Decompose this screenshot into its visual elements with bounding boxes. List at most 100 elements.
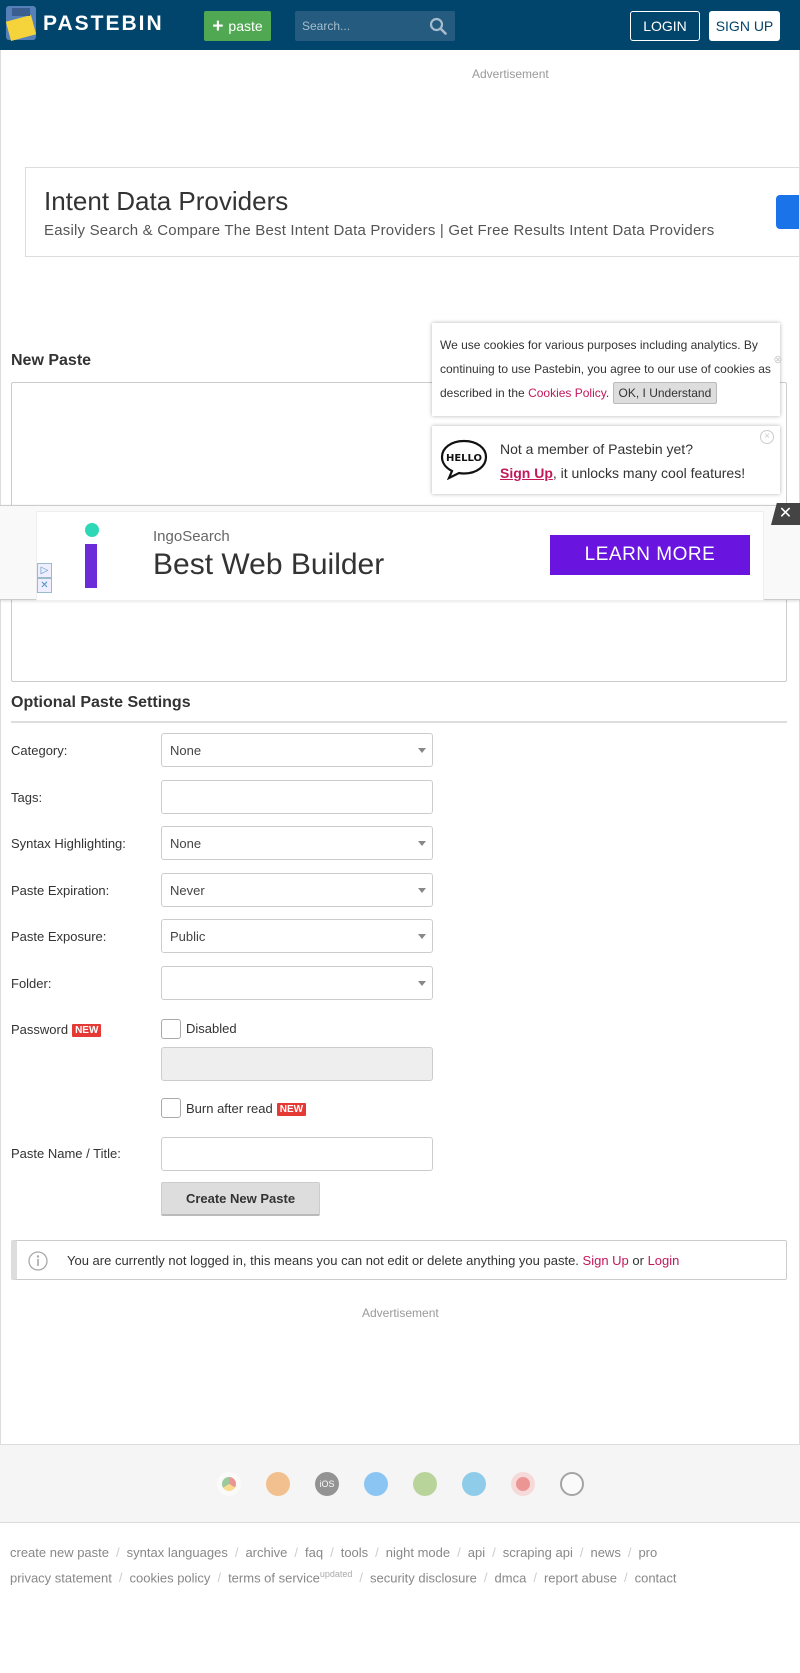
logo-text[interactable]: PASTEBIN — [43, 12, 164, 36]
footer-separator: / — [116, 1545, 120, 1560]
footer-separator: / — [330, 1545, 334, 1560]
footer-separator: / — [623, 1570, 628, 1586]
ad-banner-cta-button[interactable] — [776, 195, 799, 229]
footer-link-security-disclosure[interactable]: security disclosure — [370, 1570, 477, 1585]
sticky-ad-close-button[interactable]: ✕ — [771, 503, 800, 525]
signup-promo-link[interactable]: Sign Up — [500, 465, 553, 481]
divider — [11, 721, 787, 723]
footer-link-privacy-statement[interactable]: privacy statement — [10, 1570, 112, 1585]
footer-link-terms-of-service[interactable]: terms of service — [228, 1570, 320, 1585]
cookies-policy-link[interactable]: Cookies Policy — [528, 386, 606, 400]
android-icon[interactable] — [413, 1472, 437, 1496]
footer-link-syntax-languages[interactable]: syntax languages — [127, 1545, 228, 1560]
footer-link-faq[interactable]: faq — [305, 1545, 323, 1560]
ad-banner[interactable]: Intent Data Providers Easily Search & Co… — [25, 167, 800, 257]
new-badge: NEW — [276, 1103, 307, 1116]
info-icon — [28, 1251, 48, 1271]
footer-link-contact[interactable]: contact — [635, 1570, 677, 1585]
signup-button[interactable]: SIGN UP — [709, 11, 780, 41]
sticky-ad-sponsor: IngoSearch — [153, 528, 230, 545]
pastebin-logo-icon[interactable] — [4, 4, 38, 42]
footer-link-archive[interactable]: archive — [245, 1545, 287, 1560]
new-badge: NEW — [72, 1024, 102, 1037]
notice-signup-link[interactable]: Sign Up — [583, 1253, 629, 1268]
notice-login-link[interactable]: Login — [648, 1253, 680, 1268]
footer-link-news[interactable]: news — [590, 1545, 620, 1560]
learn-more-button[interactable]: LEARN MORE — [550, 535, 750, 575]
search-icon[interactable] — [429, 17, 447, 35]
burn-after-read-text: Burn after read — [186, 1101, 273, 1116]
footer-link-report-abuse[interactable]: report abuse — [544, 1570, 617, 1585]
sticky-ad-bar: IngoSearch Best Web Builder LEARN MORE ✕… — [0, 503, 800, 601]
mac-icon[interactable] — [462, 1472, 486, 1496]
paste-name-input[interactable] — [161, 1137, 433, 1171]
cookie-consent-popup: We use cookies for various purposes incl… — [432, 323, 780, 416]
footer-link-night-mode[interactable]: night mode — [386, 1545, 450, 1560]
login-button[interactable]: LOGIN — [630, 11, 700, 41]
create-new-paste-button[interactable]: Create New Paste — [161, 1182, 320, 1216]
syntax-highlighting-label: Syntax Highlighting: — [11, 836, 126, 851]
paste-exposure-select[interactable]: Public — [161, 919, 433, 953]
paste-name-label: Paste Name / Title: — [11, 1146, 121, 1161]
advertisement-label: Advertisement — [362, 1306, 439, 1320]
footer-link-pro[interactable]: pro — [638, 1545, 657, 1560]
notice-or: or — [628, 1253, 648, 1268]
not-logged-in-notice: You are currently not logged in, this me… — [11, 1240, 787, 1280]
syntax-select-value: None — [170, 836, 202, 851]
burn-after-read-checkbox[interactable] — [161, 1098, 181, 1118]
paste-expiration-select[interactable]: Never — [161, 873, 433, 907]
category-label: Category: — [11, 743, 68, 758]
footer-link-tools[interactable]: tools — [341, 1545, 368, 1560]
opera-icon[interactable] — [511, 1472, 535, 1496]
advertisement-label: Advertisement — [472, 67, 549, 81]
adchoices-icon[interactable]: ▷ — [37, 563, 52, 578]
signup-promo-line2: , it unlocks many cool features! — [552, 465, 746, 481]
new-paste-button[interactable]: + paste — [204, 11, 271, 41]
search-input[interactable] — [295, 11, 425, 41]
ad-banner-description: Easily Search & Compare The Best Intent … — [44, 222, 715, 239]
password-input[interactable] — [161, 1047, 433, 1081]
signup-promo-popup: HELLO Not a member of Pastebin yet? Sign… — [432, 426, 780, 494]
folder-label: Folder: — [11, 976, 52, 991]
notice-text: You are currently not logged in, this me… — [67, 1253, 679, 1268]
updated-badge: updated — [319, 1569, 353, 1579]
windows-icon[interactable] — [364, 1472, 388, 1496]
footer-link-dmca[interactable]: dmca — [495, 1570, 527, 1585]
ad-close-icon[interactable]: ✕ — [37, 578, 52, 593]
chevron-down-icon — [418, 841, 426, 846]
footer-separator: / — [294, 1545, 298, 1560]
signup-promo-text: Not a member of Pastebin yet? Sign Up, i… — [500, 437, 745, 485]
folder-select[interactable] — [161, 966, 433, 1000]
sticky-ad-title[interactable]: Best Web Builder — [153, 548, 384, 582]
cookie-accept-button[interactable]: OK, I Understand — [612, 382, 718, 404]
ad-banner-title[interactable]: Intent Data Providers — [44, 186, 288, 217]
syntax-highlighting-select[interactable]: None — [161, 826, 433, 860]
footer-link-scraping-api[interactable]: scraping api — [503, 1545, 573, 1560]
top-header: PASTEBIN + paste LOGIN SIGN UP — [0, 0, 800, 50]
footer-separator: / — [492, 1545, 496, 1560]
cookie-text-end: . — [605, 386, 613, 400]
footer-separator: / — [533, 1570, 537, 1586]
password-label-text: Password — [11, 1022, 69, 1037]
footer-link-api[interactable]: api — [468, 1545, 485, 1560]
category-select[interactable]: None — [161, 733, 433, 767]
sticky-ad[interactable]: IngoSearch Best Web Builder LEARN MORE — [36, 511, 764, 601]
ingosearch-logo-icon — [85, 523, 99, 537]
footer-link-create-new-paste[interactable]: create new paste — [10, 1545, 109, 1560]
burn-after-read-label[interactable]: Burn after read NEW — [186, 1101, 307, 1116]
chevron-down-icon — [418, 981, 426, 986]
tags-input[interactable] — [161, 780, 433, 814]
footer-separator: / — [579, 1545, 584, 1560]
footer-link-cookies-policy[interactable]: cookies policy — [130, 1570, 211, 1585]
tags-label: Tags: — [11, 790, 43, 805]
footer-links-row1: create new paste / syntax languages / archiv… — [10, 1545, 657, 1560]
password-enable-checkbox[interactable] — [161, 1019, 181, 1039]
password-checkbox-label[interactable]: Disabled — [186, 1021, 237, 1036]
footer-separator: / — [457, 1545, 461, 1560]
linux-icon[interactable] — [560, 1472, 584, 1496]
ios-icon[interactable]: iOS — [315, 1472, 339, 1496]
close-icon[interactable]: × — [760, 430, 774, 444]
chrome-icon[interactable] — [217, 1472, 241, 1496]
firefox-icon[interactable] — [266, 1472, 290, 1496]
footer-separator: / — [118, 1570, 123, 1586]
